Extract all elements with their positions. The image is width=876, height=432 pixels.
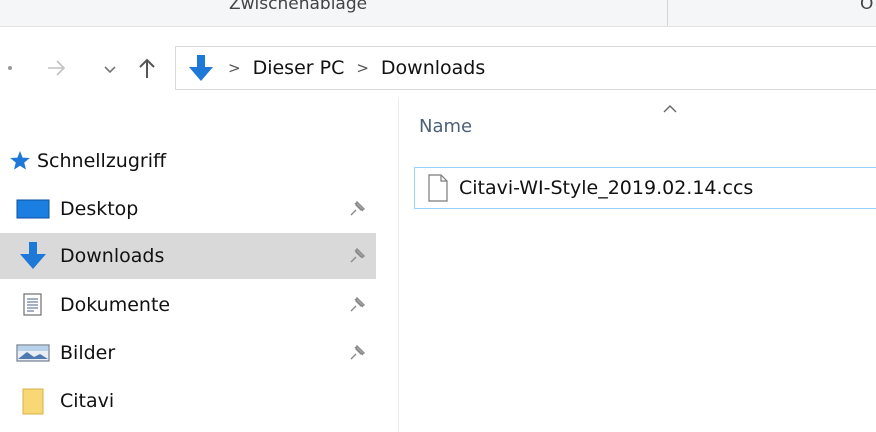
address-bar[interactable]: > Dieser PC > Downloads (175, 46, 876, 90)
sidebar-item-dokumente[interactable]: Dokumente (0, 282, 376, 328)
breadcrumb-separator: > (228, 59, 241, 77)
ribbon-next-group-label: O (860, 0, 874, 14)
sidebar-item-schnellzugriff[interactable]: Schnellzugriff (0, 138, 376, 184)
sidebar-item-label: Downloads (60, 245, 165, 267)
file-name: Citavi-WI-Style_2019.02.14.ccs (459, 177, 754, 199)
sidebar-item-desktop[interactable]: Desktop (0, 186, 376, 232)
sidebar-item-label: Dokumente (60, 294, 171, 316)
up-button[interactable] (134, 54, 160, 82)
document-icon (23, 293, 42, 316)
forward-arrow-icon (48, 60, 66, 76)
breadcrumb-downloads[interactable]: Downloads (381, 57, 485, 79)
breadcrumb-separator: > (356, 59, 369, 77)
sidebar-item-label: Schnellzugriff (37, 150, 167, 172)
forward-button[interactable] (44, 54, 70, 82)
back-button[interactable] (4, 54, 16, 82)
pane-divider[interactable] (398, 98, 399, 432)
star-icon (10, 151, 30, 170)
sidebar-item-bilder[interactable]: Bilder (0, 330, 376, 376)
breadcrumb-dieser-pc[interactable]: Dieser PC (253, 57, 345, 79)
folder-icon (22, 388, 44, 415)
sidebar-item-citavi[interactable]: Citavi (0, 378, 376, 424)
recent-locations-button[interactable] (100, 56, 120, 84)
ribbon: Zwischenablage O (0, 0, 876, 27)
pin-icon[interactable] (348, 344, 366, 362)
file-icon (428, 174, 448, 202)
sort-ascending-icon (663, 105, 677, 113)
ribbon-group-label: Zwischenablage (229, 0, 368, 14)
navigation-pane: Schnellzugriff Desktop Downloads Dokumen… (0, 130, 376, 432)
up-arrow-icon (139, 58, 155, 78)
column-header-name[interactable]: Name (419, 116, 472, 137)
chevron-down-icon (104, 66, 116, 74)
downloads-icon (20, 242, 46, 269)
file-row[interactable]: Citavi-WI-Style_2019.02.14.ccs (414, 167, 876, 209)
back-arrow-icon (8, 66, 12, 70)
ribbon-separator (667, 0, 668, 26)
desktop-icon (16, 199, 50, 219)
pictures-icon (16, 344, 50, 362)
pin-icon[interactable] (348, 247, 366, 265)
sidebar-item-label: Bilder (60, 342, 116, 364)
pin-icon[interactable] (348, 296, 366, 314)
sidebar-item-label: Citavi (60, 390, 115, 412)
pin-icon[interactable] (348, 200, 366, 218)
downloads-arrow-icon (189, 55, 213, 81)
sidebar-item-downloads[interactable]: Downloads (0, 233, 376, 279)
sidebar-item-label: Desktop (60, 198, 139, 220)
